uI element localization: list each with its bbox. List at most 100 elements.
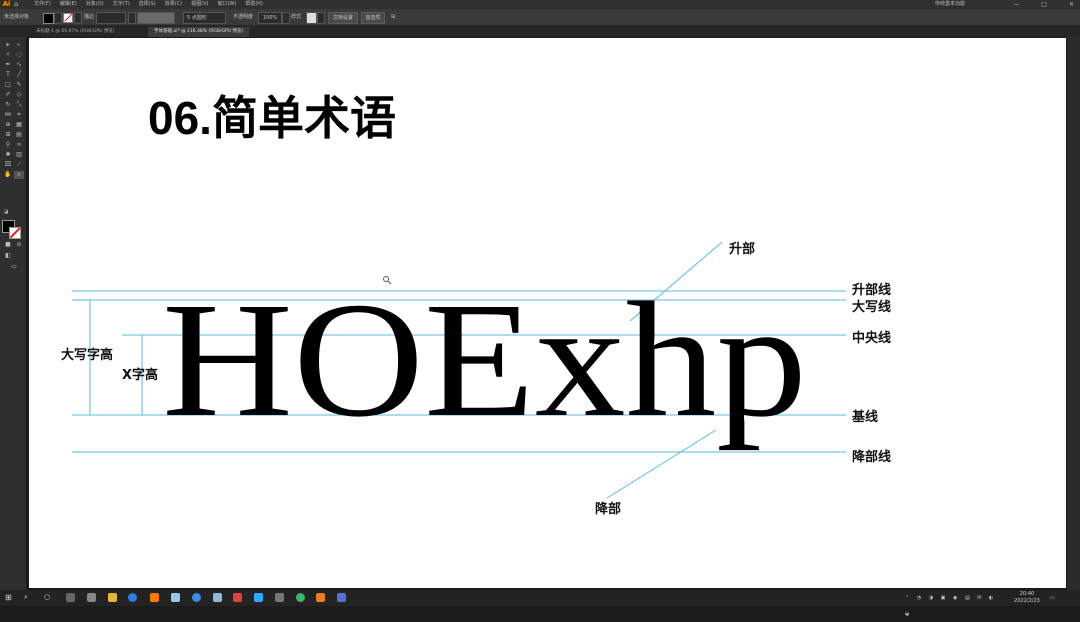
task-view-icon[interactable] bbox=[66, 593, 75, 602]
taskbar-app-4[interactable] bbox=[213, 593, 222, 602]
stroke-dropdown[interactable] bbox=[74, 12, 82, 24]
minimize-button[interactable]: — bbox=[1013, 0, 1019, 9]
menu-effect[interactable]: 效果(C) bbox=[165, 0, 182, 9]
blend-tool-icon[interactable]: ∞ bbox=[14, 141, 24, 149]
free-transform-tool-icon[interactable]: ⌗ bbox=[14, 111, 24, 119]
menu-file[interactable]: 文件(F) bbox=[34, 0, 51, 9]
perspective-grid-tool-icon[interactable]: ▦ bbox=[14, 121, 24, 129]
opacity-field[interactable]: 100% bbox=[258, 12, 282, 24]
pen-tool-icon[interactable]: ✒ bbox=[3, 61, 13, 69]
screen-mode-icon[interactable]: ▭ bbox=[9, 263, 19, 271]
fill-dropdown[interactable] bbox=[54, 12, 62, 24]
stroke-weight-dropdown[interactable] bbox=[128, 12, 136, 24]
artboard[interactable]: 06.简单术语 HOExhp 升部 降部 升部线 大写线 中央线 基线 降部线 … bbox=[29, 38, 1066, 588]
menu-type[interactable]: 文字(T) bbox=[113, 0, 130, 9]
menu-object[interactable]: 对象(O) bbox=[86, 0, 104, 9]
menu-select[interactable]: 选择(S) bbox=[139, 0, 156, 9]
rotate-tool-icon[interactable]: ↻ bbox=[3, 101, 13, 109]
stroke-label: 描边 bbox=[84, 14, 95, 20]
system-tray-icons[interactable]: ⌃ ◔ ◑ ▣ ◉ ▤ ✉ ◐ ◒ bbox=[905, 590, 1005, 617]
file-explorer-icon[interactable] bbox=[108, 593, 117, 602]
shape-builder-tool-icon[interactable]: ⊕ bbox=[3, 121, 13, 129]
paintbrush-tool-icon[interactable]: ✎ bbox=[14, 81, 24, 89]
taskbar-app-5[interactable] bbox=[275, 593, 284, 602]
style-dropdown[interactable] bbox=[317, 12, 325, 24]
control-bar: 未选择对象 描边 5 点圆形 不透明度 100% 样式 文档设置 首选项 ⊞ bbox=[0, 9, 1080, 26]
hand-tool-icon[interactable]: ✋ bbox=[3, 171, 13, 179]
window-controls: — □ ✕ bbox=[1013, 0, 1074, 9]
document-tabs: 未标题-1 @ 66.67% (RGB/GPU 预览) 字体基础.ai* @ 1… bbox=[0, 26, 1080, 37]
scale-tool-icon[interactable]: ⤡ bbox=[14, 101, 24, 109]
close-button[interactable]: ✕ bbox=[1069, 0, 1074, 9]
variable-width-profile[interactable] bbox=[137, 12, 175, 24]
illustrator-taskbar-icon[interactable] bbox=[150, 593, 159, 602]
ascender-label: 升部 bbox=[729, 241, 755, 257]
cap-line-label: 大写线 bbox=[852, 299, 891, 315]
taskbar-app-8[interactable] bbox=[337, 593, 346, 602]
none-color-icon[interactable]: ⊘ bbox=[14, 241, 24, 249]
preferences-button[interactable]: 首选项 bbox=[361, 12, 385, 24]
stroke-weight-field[interactable] bbox=[96, 12, 126, 24]
windows-taskbar: ⊞ ⌕ ○ ⌃ ◔ ◑ ▣ ◉ ▤ ✉ ◐ ◒ 20:40 2022/2/23 … bbox=[0, 590, 1080, 617]
direct-selection-tool-icon[interactable]: ▹ bbox=[14, 41, 24, 49]
menu-view[interactable]: 视图(V) bbox=[191, 0, 208, 9]
maximize-button[interactable]: □ bbox=[1041, 0, 1047, 9]
type-tool-icon[interactable]: T bbox=[3, 71, 13, 79]
workspace-switcher[interactable]: 传统基本功能 bbox=[935, 0, 965, 9]
magic-wand-tool-icon[interactable]: ✧ bbox=[3, 51, 13, 59]
taskbar-app-1[interactable] bbox=[87, 593, 96, 602]
gradient-tool-icon[interactable]: ▤ bbox=[14, 131, 24, 139]
vertical-scrollbar[interactable] bbox=[1067, 37, 1080, 590]
taskbar-app-6[interactable] bbox=[296, 593, 305, 602]
slice-tool-icon[interactable]: ⟋ bbox=[14, 161, 24, 169]
menu-window[interactable]: 窗口(W) bbox=[217, 0, 236, 9]
menu-edit[interactable]: 编辑(E) bbox=[60, 0, 77, 9]
photoshop-icon[interactable] bbox=[254, 593, 263, 602]
search-icon[interactable]: ⌕ bbox=[24, 593, 33, 602]
main-menu: 文件(F) 编辑(E) 对象(O) 文字(T) 选择(S) 效果(C) 视图(V… bbox=[34, 0, 263, 9]
eraser-tool-icon[interactable]: ◇ bbox=[14, 91, 24, 99]
mesh-tool-icon[interactable]: ⊞ bbox=[3, 131, 13, 139]
width-tool-icon[interactable]: ⋈ bbox=[3, 111, 13, 119]
wps-icon[interactable] bbox=[233, 593, 242, 602]
curvature-tool-icon[interactable]: ∿ bbox=[14, 61, 24, 69]
menu-help[interactable]: 帮助(H) bbox=[245, 0, 263, 9]
tab-untitled[interactable]: 未标题-1 @ 66.67% (RGB/GPU 预览) bbox=[30, 27, 121, 37]
artboard-tool-icon[interactable]: ⌧ bbox=[3, 161, 13, 169]
home-icon[interactable]: ⌂ bbox=[14, 1, 21, 8]
start-icon[interactable]: ⊞ bbox=[5, 593, 14, 602]
fill-swatch[interactable] bbox=[43, 13, 54, 24]
draw-mode-icon[interactable]: ◧ bbox=[3, 252, 13, 260]
color-mode-icon[interactable]: ■ bbox=[3, 241, 13, 249]
opacity-label: 不透明度 bbox=[233, 14, 254, 20]
symbol-sprayer-tool-icon[interactable]: ✱ bbox=[3, 151, 13, 159]
document-setup-button[interactable]: 文档设置 bbox=[328, 12, 358, 24]
default-colors-icon[interactable]: ◪ bbox=[2, 208, 10, 215]
taskbar-app-3[interactable] bbox=[192, 593, 201, 602]
graphic-style-swatch[interactable] bbox=[306, 12, 317, 24]
taskbar-app-2[interactable] bbox=[171, 593, 180, 602]
cortana-icon[interactable]: ○ bbox=[44, 593, 53, 602]
brush-definition[interactable]: 5 点圆形 bbox=[183, 12, 226, 24]
notification-icon[interactable]: ▭ bbox=[1050, 590, 1060, 606]
specimen-text: HOExhp bbox=[162, 268, 807, 451]
arrange-documents-icon[interactable]: ⊞ bbox=[391, 12, 395, 22]
zoom-tool-icon[interactable]: ⌕ bbox=[14, 171, 24, 179]
shaper-tool-icon[interactable]: ✐ bbox=[3, 91, 13, 99]
tab-font-basics[interactable]: 字体基础.ai* @ 116.48% (RGB/GPU 预览) bbox=[148, 27, 250, 37]
browser-icon[interactable] bbox=[128, 593, 137, 602]
stroke-swatch[interactable] bbox=[63, 13, 73, 23]
column-graph-tool-icon[interactable]: ▥ bbox=[14, 151, 24, 159]
rectangle-tool-icon[interactable]: □ bbox=[3, 81, 13, 89]
eyedropper-tool-icon[interactable]: ⚲ bbox=[3, 141, 13, 149]
lasso-tool-icon[interactable]: ◌ bbox=[14, 51, 24, 59]
taskbar-app-7[interactable] bbox=[316, 593, 325, 602]
selection-tool-icon[interactable]: ▸ bbox=[3, 41, 13, 49]
clock[interactable]: 20:40 2022/2/23 bbox=[1010, 591, 1044, 607]
line-tool-icon[interactable]: ╱ bbox=[14, 71, 24, 79]
stroke-color-box[interactable] bbox=[9, 227, 21, 239]
opacity-dropdown[interactable] bbox=[282, 12, 290, 24]
style-label: 样式 bbox=[291, 14, 302, 20]
x-height-label: X字高 bbox=[122, 367, 158, 383]
cap-height-label: 大写字高 bbox=[61, 347, 113, 363]
